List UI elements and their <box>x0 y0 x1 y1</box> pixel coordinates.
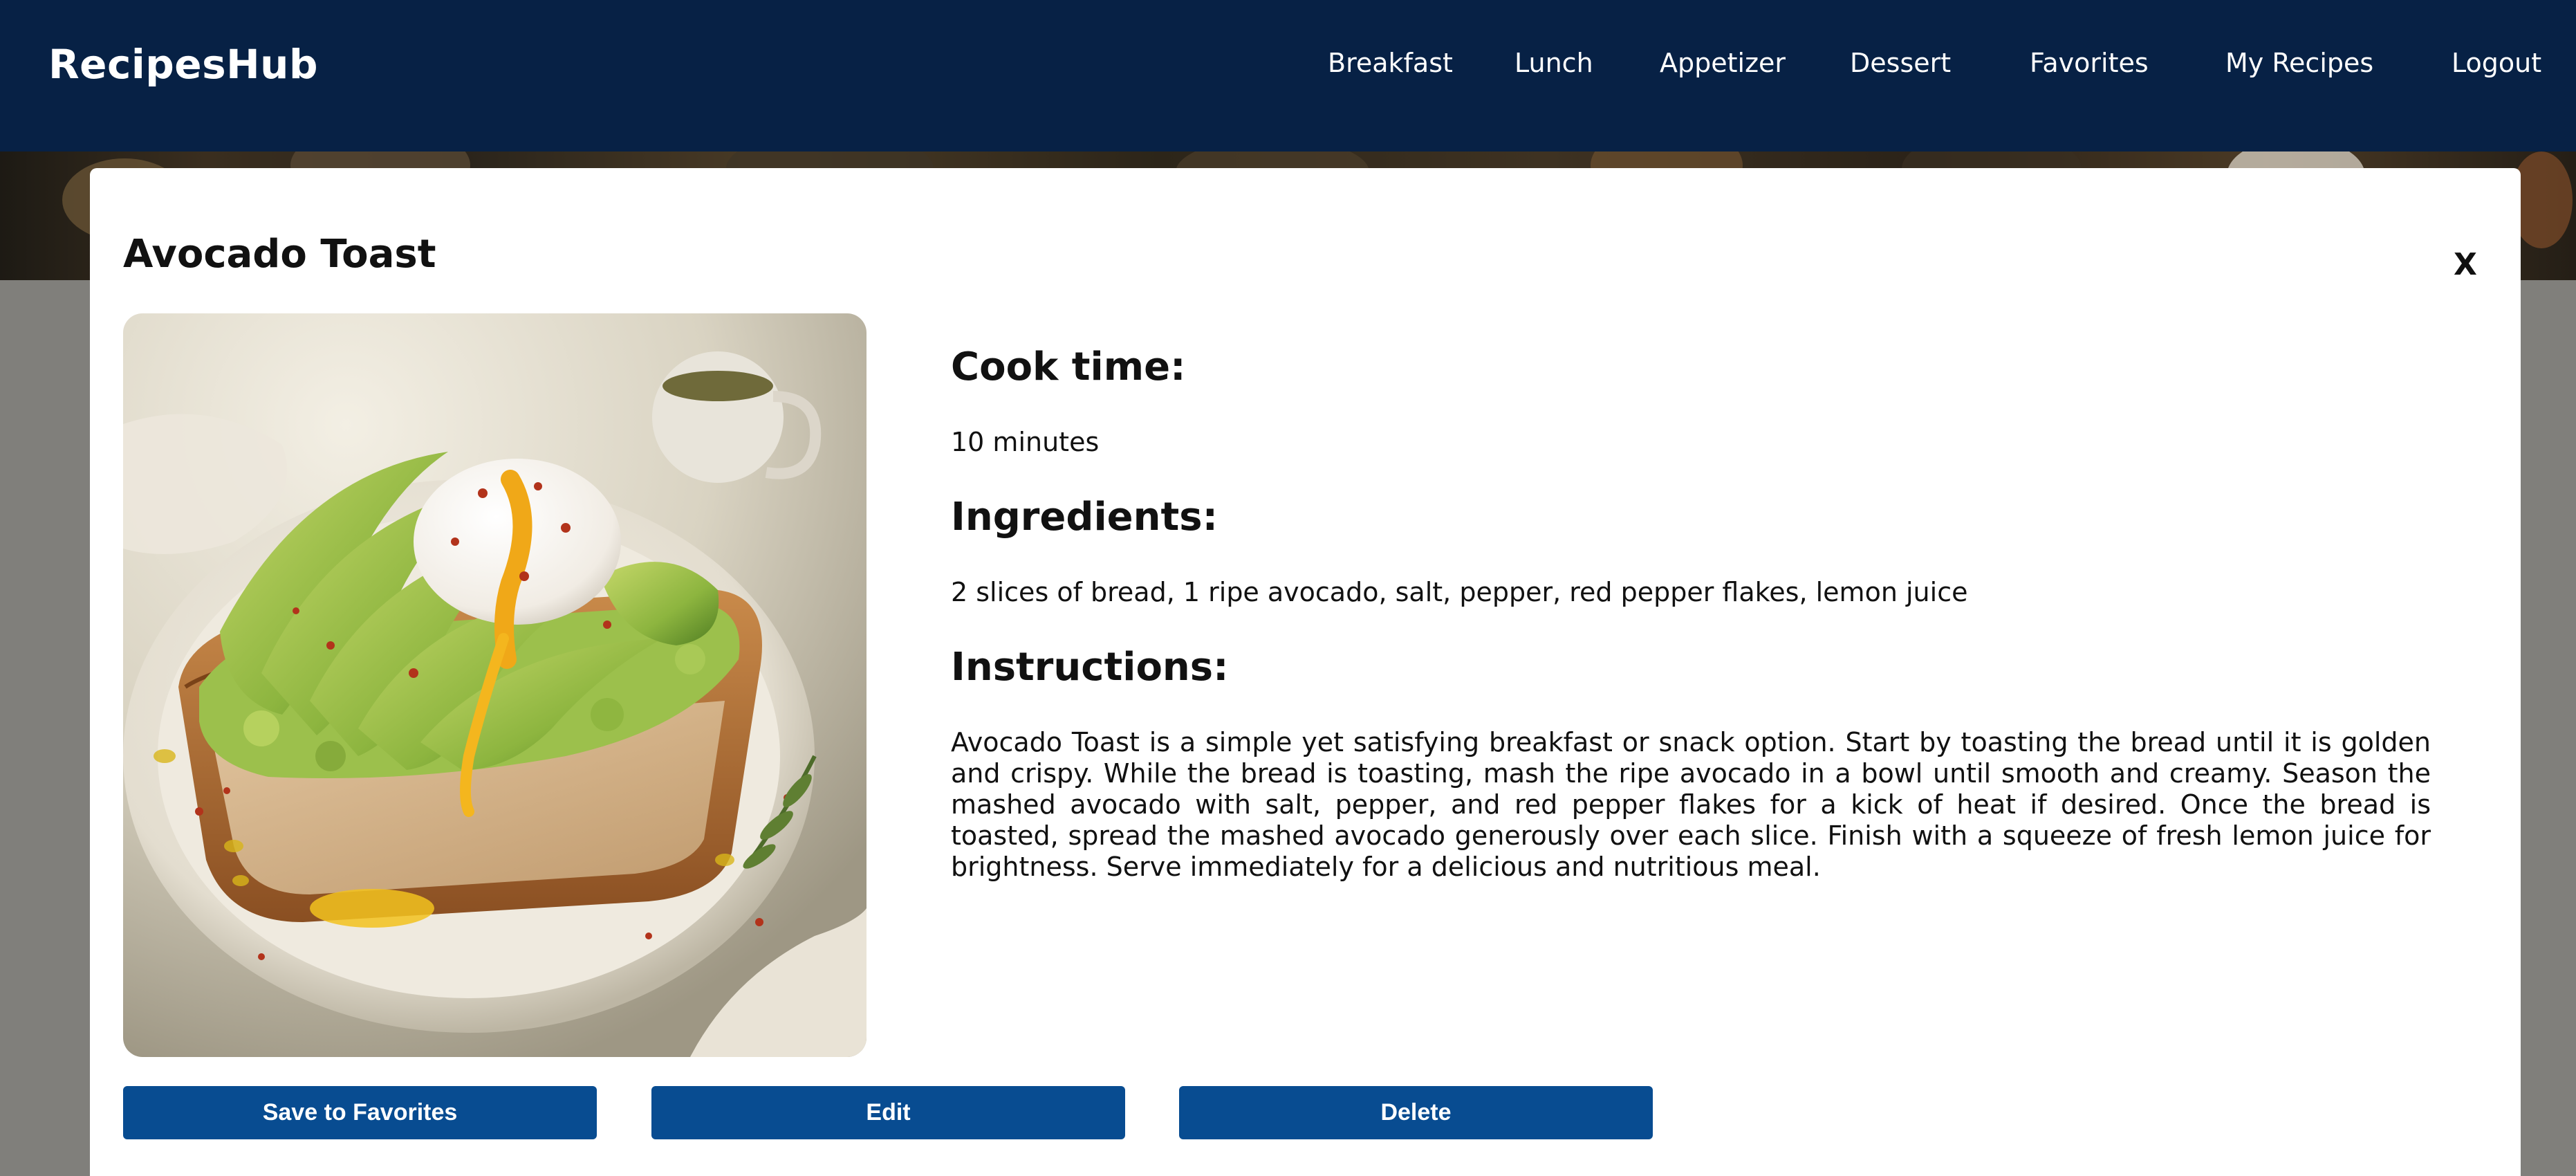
ingredients-text: 2 slices of bread, 1 ripe avocado, salt,… <box>951 577 1968 607</box>
top-navbar: RecipesHub Breakfast Lunch Appetizer Des… <box>0 0 2576 151</box>
close-modal-button[interactable]: X <box>2445 244 2486 286</box>
ingredients-heading: Ingredients: <box>951 495 1218 540</box>
edit-button[interactable]: Edit <box>651 1086 1125 1139</box>
nav-item-dessert[interactable]: Dessert <box>1850 46 1951 80</box>
recipe-title: Avocado Toast <box>123 232 436 277</box>
instructions-text: Avocado Toast is a simple yet satisfying… <box>951 727 2431 882</box>
nav-item-appetizer[interactable]: Appetizer <box>1660 46 1786 80</box>
recipe-details: Cook time: 10 minutes Ingredients: 2 sli… <box>951 341 2431 883</box>
recipe-image <box>123 313 867 1057</box>
instructions-heading: Instructions: <box>951 645 1229 690</box>
recipe-modal: Avocado Toast X Cook time: 10 minutes In… <box>90 168 2521 1176</box>
delete-button[interactable]: Delete <box>1179 1086 1653 1139</box>
nav-item-my-recipes[interactable]: My Recipes <box>2225 46 2373 80</box>
save-to-favorites-button[interactable]: Save to Favorites <box>123 1086 597 1139</box>
cook-time-value: 10 minutes <box>951 427 1100 457</box>
nav-item-logout[interactable]: Logout <box>2452 46 2541 80</box>
brand-logo[interactable]: RecipesHub <box>48 40 318 89</box>
nav-item-favorites[interactable]: Favorites <box>2030 46 2149 80</box>
cook-time-heading: Cook time: <box>951 344 1186 389</box>
nav-item-lunch[interactable]: Lunch <box>1514 46 1593 80</box>
nav-item-breakfast[interactable]: Breakfast <box>1328 46 1453 80</box>
